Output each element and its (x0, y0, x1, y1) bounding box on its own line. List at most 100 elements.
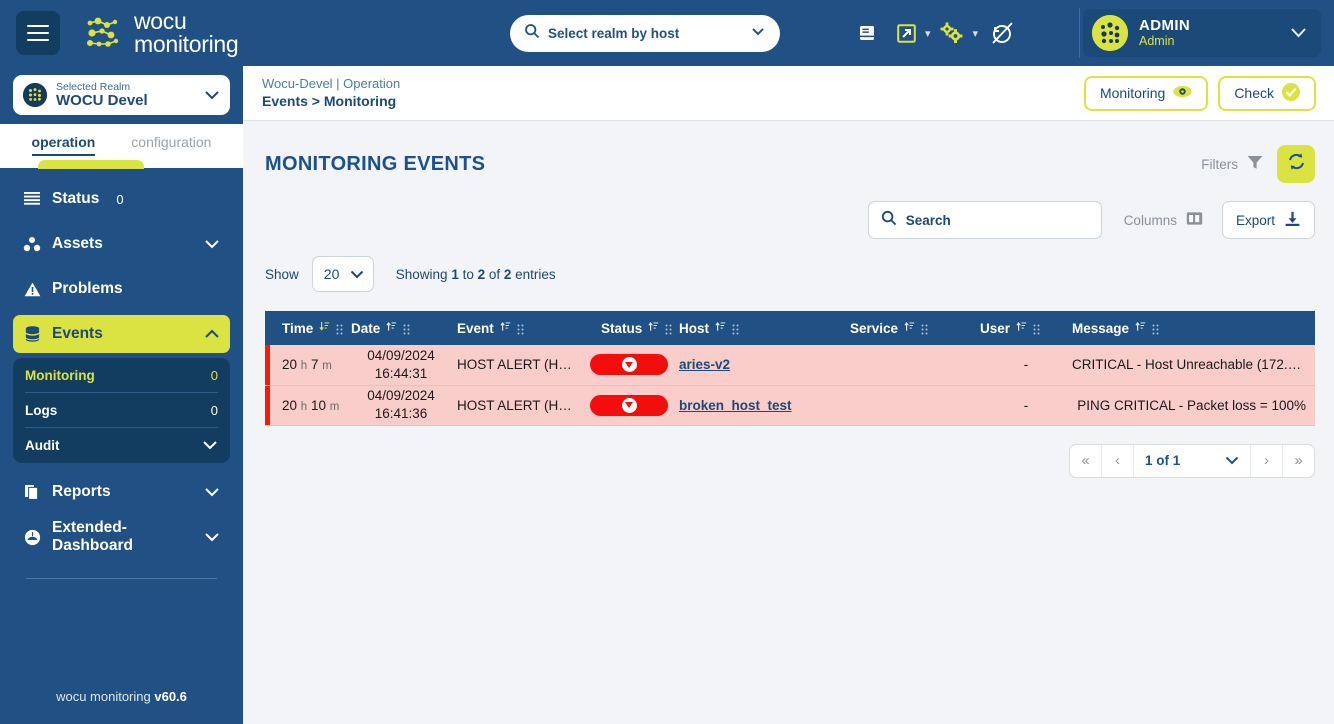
sidebar-version: wocu monitoring v60.6 (0, 689, 243, 724)
table-row[interactable]: 20 h 10 m 04/09/2024 16:41:36 HOST ALERT… (265, 385, 1315, 426)
pagination-row: « ‹ 1 of 1 › » (243, 426, 1334, 478)
column-header-message[interactable]: Message (1072, 311, 1315, 345)
cell-event: HOST ALERT (H… (451, 345, 579, 386)
sidebar-item-audit[interactable]: Audit (25, 428, 218, 463)
cell-message: PING CRITICAL - Packet loss = 100% (1072, 385, 1315, 426)
sort-icon[interactable] (386, 321, 397, 335)
sidebar-item-assets[interactable]: Assets (13, 225, 230, 263)
table-row[interactable]: 20 h 7 m 04/09/2024 16:44:31 HOST ALERT … (265, 345, 1315, 386)
cell-time: 20 h 10 m (265, 385, 351, 426)
check-mode-button[interactable]: Check (1218, 75, 1316, 111)
chevron-down-icon[interactable] (204, 237, 220, 252)
sort-icon[interactable] (648, 321, 659, 335)
last-page-button[interactable]: » (1282, 444, 1314, 477)
column-header-time[interactable]: Time (265, 311, 351, 345)
table-header-row: Time Date Event Status Host Service User… (265, 311, 1315, 345)
column-resize-grip[interactable] (336, 323, 343, 334)
sidebar-item-extended-dashboard[interactable]: Extended-Dashboard (13, 518, 230, 556)
column-header-user[interactable]: User (980, 311, 1072, 345)
chevron-down-icon[interactable] (204, 530, 220, 545)
cell-status (579, 345, 679, 386)
sidebar-item-events[interactable]: Events (13, 315, 230, 353)
column-header-host[interactable]: Host (679, 311, 825, 345)
time-unit-hours: h (300, 360, 308, 373)
column-label: Status (601, 320, 643, 336)
column-header-event[interactable]: Event (451, 311, 579, 345)
refresh-button[interactable] (1277, 145, 1315, 183)
external-link-icon[interactable] (889, 23, 923, 44)
column-resize-grip[interactable] (732, 323, 739, 334)
cell-date: 04/09/2024 16:44:31 (351, 345, 451, 386)
sort-icon[interactable] (904, 321, 915, 335)
sort-icon[interactable] (1135, 321, 1146, 335)
chevron-down-icon (350, 266, 364, 282)
sidebar-item-monitoring[interactable]: Monitoring 0 (25, 358, 218, 393)
host-link[interactable]: broken_host_test (679, 398, 792, 413)
status-badge (590, 354, 668, 376)
wocu-logo-icon (84, 16, 124, 50)
columns-button[interactable]: Columns (1124, 211, 1203, 229)
column-resize-grip[interactable] (921, 323, 928, 334)
sidebar-item-reports[interactable]: Reports (13, 473, 230, 511)
chevron-down-icon[interactable] (202, 438, 218, 453)
column-resize-grip[interactable] (1152, 323, 1159, 334)
column-header-status[interactable]: Status (579, 311, 679, 345)
breadcrumb-bar: Wocu-Devel | Operation Events > Monitori… (243, 66, 1334, 121)
page-size-select[interactable]: 20 (311, 256, 374, 292)
sidebar-item-logs[interactable]: Logs 0 (25, 393, 218, 428)
column-resize-grip[interactable] (665, 323, 672, 334)
page-size-value: 20 (323, 266, 340, 282)
sidebar-item-label: Assets (52, 235, 103, 252)
brand-line-1: wocu (134, 7, 187, 34)
docs-book-icon[interactable] (845, 23, 889, 43)
column-header-date[interactable]: Date (351, 311, 451, 345)
user-chevron-down-icon[interactable] (1290, 25, 1307, 41)
settings-gears-icon[interactable] (931, 21, 971, 45)
sort-icon[interactable] (500, 321, 511, 335)
prev-page-button[interactable]: ‹ (1102, 444, 1134, 477)
host-link[interactable]: aries-v2 (679, 357, 730, 372)
database-icon (23, 326, 41, 342)
sidebar-item-status[interactable]: Status 0 (13, 180, 230, 218)
export-button[interactable]: Export (1221, 201, 1315, 239)
tab-operation[interactable]: operation (31, 134, 96, 156)
column-header-service[interactable]: Service (825, 311, 980, 345)
sidebar-item-problems[interactable]: Problems (13, 270, 230, 308)
sort-desc-icon[interactable] (319, 321, 330, 335)
events-submenu: Monitoring 0 Logs 0 Audit (13, 358, 230, 463)
brand-logo: wocu monitoring (84, 7, 239, 57)
date-value: 04/09/2024 (367, 387, 435, 403)
time-value-hours: 20 (282, 357, 298, 373)
chevron-down-icon[interactable] (204, 485, 220, 500)
tab-configuration[interactable]: configuration (131, 134, 211, 150)
submenu-label: Logs (25, 402, 58, 418)
sort-icon[interactable] (715, 321, 726, 335)
hamburger-menu-icon[interactable] (16, 11, 60, 55)
header-icon-group: ▾ ▾ (845, 0, 1026, 66)
column-resize-grip[interactable] (1033, 323, 1040, 334)
column-resize-grip[interactable] (517, 323, 524, 334)
chevron-up-icon[interactable] (204, 327, 220, 342)
top-header: wocu monitoring Select realm by host ▾ ▾… (0, 0, 1334, 66)
search-input[interactable]: Search (867, 201, 1102, 239)
sort-icon[interactable] (1016, 321, 1027, 335)
selected-realm-selector[interactable]: Selected Realm WOCU Devel (13, 75, 230, 115)
chevron-down-icon[interactable] (750, 23, 766, 44)
no-refresh-icon[interactable] (978, 20, 1026, 46)
monitoring-mode-button[interactable]: Monitoring (1083, 75, 1209, 111)
breadcrumb: Wocu-Devel | Operation Events > Monitori… (262, 75, 400, 111)
page-select[interactable]: 1 of 1 (1134, 445, 1250, 477)
realm-search-input[interactable]: Select realm by host (510, 15, 780, 52)
export-label: Export (1235, 212, 1275, 228)
column-label: Message (1072, 320, 1130, 336)
first-page-button[interactable]: « (1070, 444, 1102, 477)
column-label: User (980, 320, 1011, 336)
filters-button[interactable]: Filters (1201, 155, 1263, 173)
next-page-button[interactable]: › (1250, 444, 1282, 477)
showing-prefix: Showing (395, 266, 452, 282)
breadcrumb-bottom: Events > Monitoring (262, 93, 397, 110)
user-profile-button[interactable]: ADMIN Admin (1083, 9, 1321, 57)
realm-chevron-down-icon[interactable] (204, 87, 220, 103)
time-unit-hours: h (300, 400, 308, 413)
column-resize-grip[interactable] (403, 323, 410, 334)
